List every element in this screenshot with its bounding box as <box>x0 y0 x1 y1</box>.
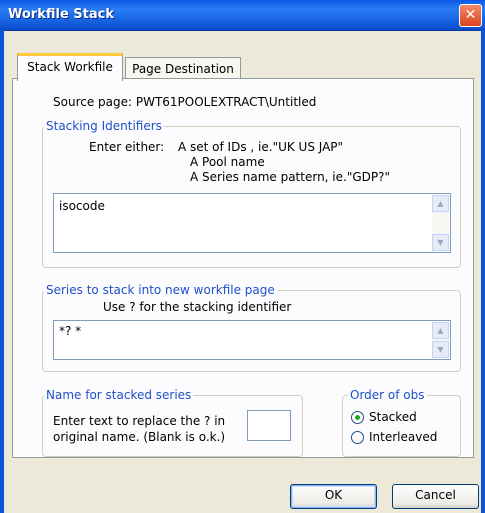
name-group-legend: Name for stacked series <box>44 388 194 402</box>
window-title: Workfile Stack <box>8 7 114 22</box>
name-instruction-line1: Enter text to replace the ? in <box>53 414 226 428</box>
title-bar[interactable]: Workfile Stack ✕ <box>0 0 485 31</box>
series-hint: Use ? for the stacking identifier <box>103 300 292 314</box>
window-border-left <box>0 30 4 513</box>
radio-interleaved-label[interactable]: Interleaved <box>369 430 437 444</box>
series-input[interactable]: *? * ▲ ▼ <box>53 320 451 360</box>
option-ids-text: A set of IDs , ie."UK US JAP" <box>178 140 344 154</box>
stacking-identifiers-input[interactable]: isocode ▲ ▼ <box>53 193 451 253</box>
enter-either-label: Enter either: <box>89 140 165 154</box>
order-legend: Order of obs <box>348 388 427 402</box>
scroll-up-icon[interactable]: ▲ <box>432 195 449 212</box>
tab-page-destination[interactable]: Page Destination <box>125 57 241 80</box>
radio-interleaved[interactable] <box>351 431 364 444</box>
series-legend: Series to stack into new workfile page <box>44 283 277 297</box>
ok-button[interactable]: OK <box>290 484 377 509</box>
option-pool-text: A Pool name <box>190 155 265 169</box>
radio-stacked-label[interactable]: Stacked <box>369 410 417 424</box>
scrollbar[interactable]: ▲ ▼ <box>432 195 449 251</box>
cancel-button[interactable]: Cancel <box>392 484 479 509</box>
tab-stack-workfile[interactable]: Stack Workfile <box>17 53 123 81</box>
tab-label: Stack Workfile <box>27 60 113 74</box>
radio-selected-dot <box>355 415 360 420</box>
workfile-stack-dialog: Workfile Stack ✕ Stack Workfile Page Des… <box>0 0 485 513</box>
replace-text-input[interactable] <box>247 410 291 441</box>
order-group <box>342 395 461 457</box>
tab-label: Page Destination <box>132 62 234 76</box>
scroll-up-icon[interactable]: ▲ <box>432 322 449 339</box>
scroll-down-icon[interactable]: ▼ <box>432 234 449 251</box>
radio-stacked[interactable] <box>351 411 364 424</box>
scroll-down-icon[interactable]: ▼ <box>432 341 449 358</box>
series-value: *? * <box>59 324 82 338</box>
close-icon[interactable]: ✕ <box>459 4 482 27</box>
window-border-right <box>481 30 485 513</box>
option-pattern-text: A Series name pattern, ie."GDP?" <box>190 170 391 184</box>
source-page-label: Source page: PWT61POOLEXTRACT\Untitled <box>53 95 317 109</box>
stacking-identifiers-legend: Stacking Identifiers <box>44 119 164 133</box>
scrollbar[interactable]: ▲ ▼ <box>432 322 449 358</box>
name-instruction-line2: original name. (Blank is o.k.) <box>53 430 226 444</box>
stacking-identifiers-value: isocode <box>59 199 105 213</box>
